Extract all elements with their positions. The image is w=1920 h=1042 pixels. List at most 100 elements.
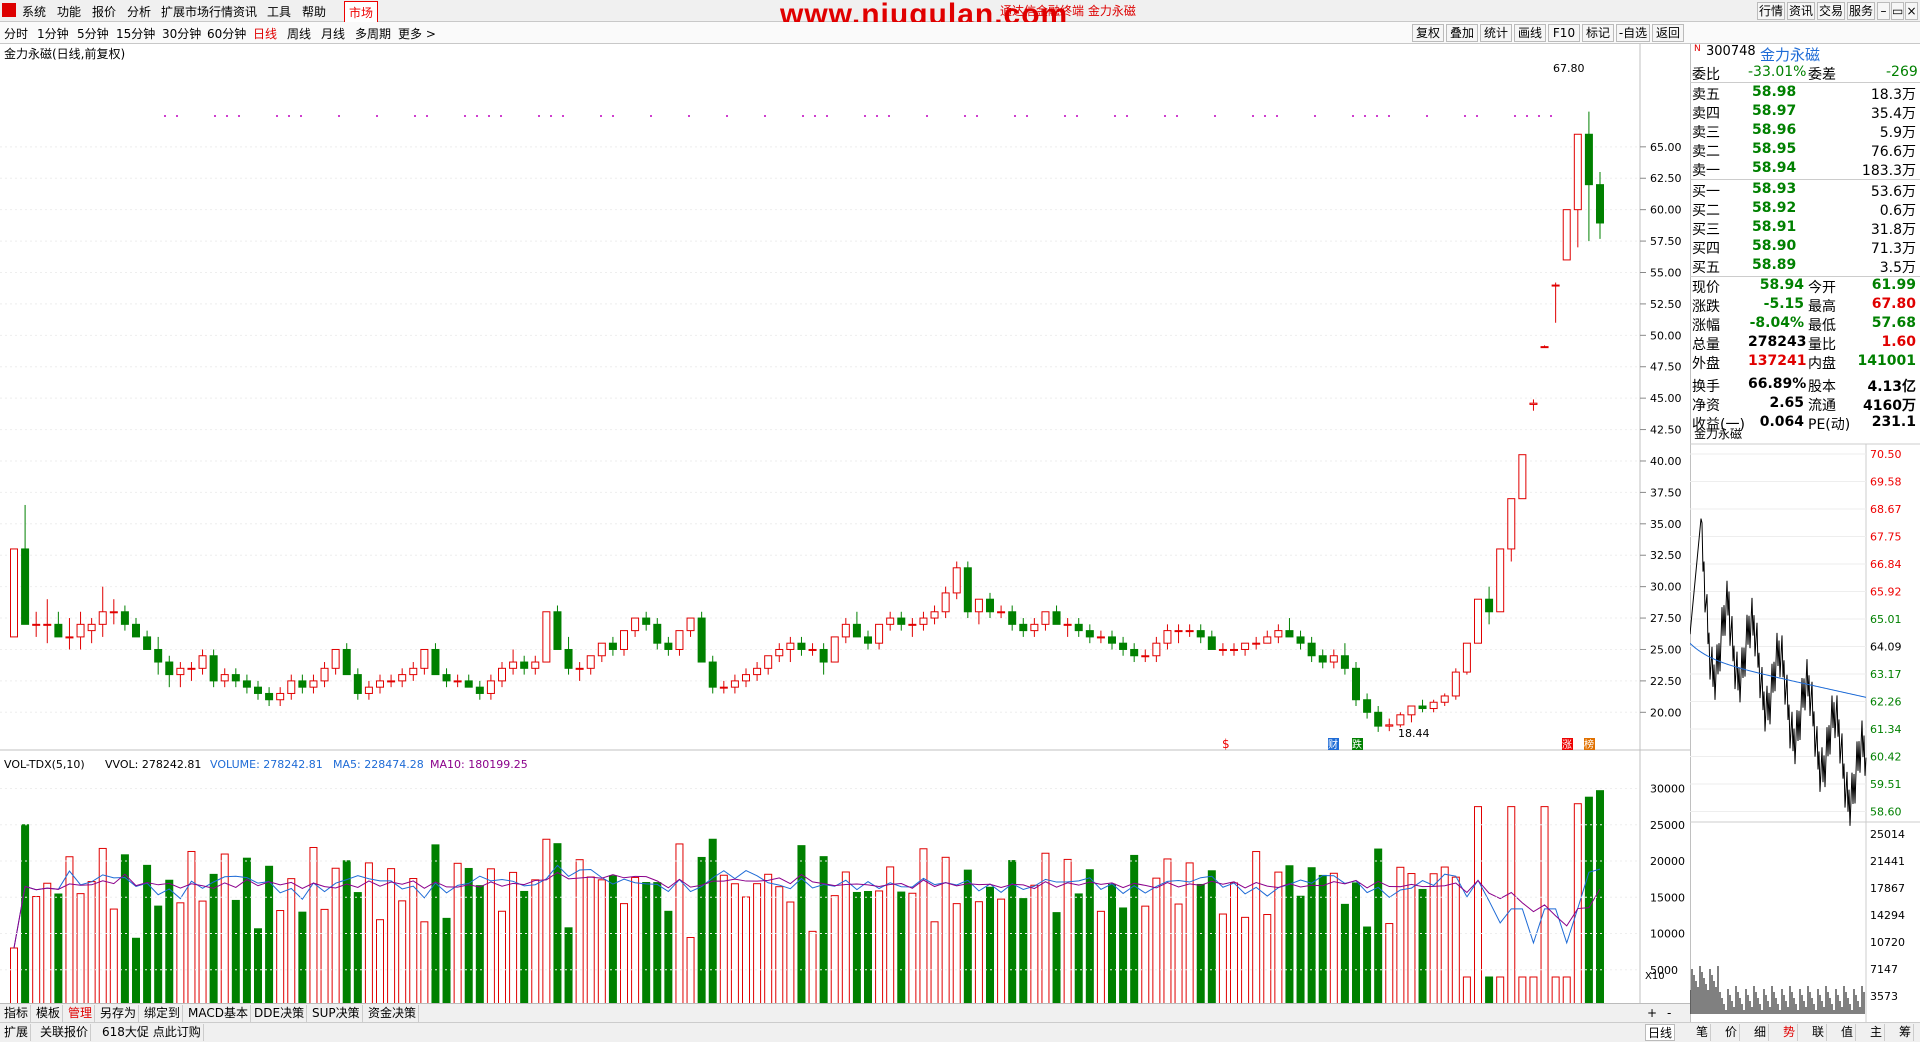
period-more[interactable]: 更多 > bbox=[398, 25, 436, 42]
menu-info[interactable]: 资讯 bbox=[233, 3, 257, 20]
period-weekly[interactable]: 周线 bbox=[287, 25, 311, 42]
tool-mark[interactable]: 标记 bbox=[1582, 24, 1614, 42]
volume-bar bbox=[676, 844, 683, 1003]
period-30min[interactable]: 30分钟 bbox=[162, 25, 201, 42]
tab-capital[interactable]: 资金决策 bbox=[366, 1005, 419, 1022]
volume-bar bbox=[1020, 899, 1027, 1003]
tab-indicator[interactable]: 指标 bbox=[2, 1005, 31, 1022]
period-monthly[interactable]: 月线 bbox=[321, 25, 345, 42]
mini-tab[interactable]: 主 bbox=[1868, 1024, 1885, 1041]
tab-macd[interactable]: MACD基本 bbox=[186, 1005, 251, 1022]
menu-help[interactable]: 帮助 bbox=[302, 3, 326, 20]
menu-quote[interactable]: 报价 bbox=[92, 3, 116, 20]
mini-tab[interactable]: 笔 bbox=[1694, 1024, 1711, 1041]
tab-save-as[interactable]: 另存为 bbox=[98, 1005, 139, 1022]
candle-body bbox=[188, 668, 195, 669]
candle-body bbox=[99, 612, 106, 625]
mini-tab[interactable]: 联 bbox=[1810, 1024, 1827, 1041]
tool-draw[interactable]: 画线 bbox=[1514, 24, 1546, 42]
volume-bar bbox=[987, 887, 994, 1003]
add-indicator-button[interactable]: + bbox=[1645, 1005, 1659, 1022]
mini-price-label: 62.26 bbox=[1870, 696, 1902, 709]
candle-body bbox=[110, 612, 117, 613]
period-15min[interactable]: 15分钟 bbox=[116, 25, 155, 42]
restore-icon[interactable]: ▭ bbox=[1891, 2, 1904, 20]
volume-bar bbox=[532, 880, 539, 1003]
marker-rank-label: 榜 bbox=[1584, 738, 1594, 751]
tab-promo[interactable]: 618大促 点此订购 bbox=[100, 1024, 204, 1041]
remove-indicator-button[interactable]: - bbox=[1665, 1005, 1673, 1022]
menu-function[interactable]: 功能 bbox=[57, 3, 81, 20]
volume-bar bbox=[1330, 873, 1337, 1003]
period-daily[interactable]: 日线 bbox=[253, 25, 277, 42]
tool-overlay[interactable]: 叠加 bbox=[1446, 24, 1478, 42]
candle-body bbox=[820, 649, 827, 662]
volume-bar bbox=[432, 845, 439, 1003]
period-1min[interactable]: 1分钟 bbox=[37, 25, 69, 42]
signal-dot bbox=[1026, 115, 1028, 117]
tab-extend[interactable]: 扩展 bbox=[2, 1024, 31, 1041]
tab-manage[interactable]: 管理 bbox=[66, 1005, 95, 1022]
price-tick-label: 30.00 bbox=[1650, 581, 1682, 594]
candle-body bbox=[499, 668, 506, 681]
tab-related[interactable]: 关联报价 bbox=[38, 1024, 91, 1041]
period-60min[interactable]: 60分钟 bbox=[207, 25, 246, 42]
candle-body bbox=[1020, 624, 1027, 630]
tool-fuquan[interactable]: 复权 bbox=[1412, 24, 1444, 42]
tab-bind[interactable]: 绑定到 bbox=[142, 1005, 183, 1022]
candle-body bbox=[898, 618, 905, 624]
period-intraday[interactable]: 分时 bbox=[4, 25, 28, 42]
intraday-mini-chart[interactable]: 金力永磁 70.50 69.58 68.67 67.75 66.84 65.92 65.01… bbox=[1690, 424, 1920, 1022]
mini-tab[interactable]: 势 bbox=[1781, 1024, 1798, 1041]
mini-tab[interactable]: 价 bbox=[1723, 1024, 1740, 1041]
tool-f10[interactable]: F10 bbox=[1548, 24, 1580, 42]
top-btn-service[interactable]: 服务 bbox=[1847, 2, 1875, 20]
menu-analysis[interactable]: 分析 bbox=[127, 3, 151, 20]
candle-body bbox=[554, 612, 561, 650]
bid-levels: 买一 58.93 53.6万 买二 58.92 0.6万 买三 58.91 31.8万 买四 58.… bbox=[1690, 181, 1920, 277]
signal-dot bbox=[1514, 115, 1516, 117]
tab-sup[interactable]: SUP决策 bbox=[310, 1005, 363, 1022]
period-5min[interactable]: 5分钟 bbox=[77, 25, 109, 42]
mini-tab[interactable]: 值 bbox=[1839, 1024, 1856, 1041]
volume-bar bbox=[1297, 896, 1304, 1003]
mini-tab[interactable]: 细 bbox=[1752, 1024, 1769, 1041]
candle-body bbox=[33, 624, 40, 625]
close-icon[interactable]: × bbox=[1905, 2, 1918, 20]
period-multi[interactable]: 多周期 bbox=[355, 25, 391, 42]
market-tab[interactable]: 市场 bbox=[344, 1, 378, 24]
candle-body bbox=[654, 624, 661, 643]
tool-back[interactable]: 返回 bbox=[1652, 24, 1684, 42]
candle-body bbox=[1031, 624, 1038, 630]
tool-stats[interactable]: 统计 bbox=[1480, 24, 1512, 42]
tab-template[interactable]: 模板 bbox=[34, 1005, 63, 1022]
kline-chart[interactable]: 金力永磁(日线,前复权) 65.00 62.50 60.00 57.50 55.00 52… bbox=[0, 44, 1690, 1003]
volume-bar bbox=[1585, 797, 1592, 1003]
volume-bar bbox=[33, 897, 40, 1003]
menu-system[interactable]: 系统 bbox=[22, 3, 46, 20]
candle-body bbox=[410, 668, 417, 674]
tool-watchlist[interactable]: -自选 bbox=[1616, 24, 1650, 42]
candle-body bbox=[288, 681, 295, 694]
mini-tab[interactable]: 筹 bbox=[1897, 1024, 1914, 1041]
mini-vol-label: 3573 bbox=[1870, 990, 1898, 1003]
candle-body bbox=[55, 624, 62, 637]
volume-bar bbox=[1375, 849, 1382, 1003]
candle-body bbox=[365, 687, 372, 693]
volume-bar bbox=[820, 857, 827, 1003]
minimize-icon[interactable]: – bbox=[1877, 2, 1890, 20]
signal-dot bbox=[650, 115, 652, 117]
volume-bar bbox=[1430, 874, 1437, 1003]
signal-dot bbox=[476, 115, 478, 117]
top-btn-info[interactable]: 资讯 bbox=[1787, 2, 1815, 20]
tab-dde[interactable]: DDE决策 bbox=[252, 1005, 307, 1022]
chart-grid bbox=[0, 115, 1640, 712]
daily-selector[interactable]: 日线 bbox=[1645, 1024, 1675, 1041]
menu-tools[interactable]: 工具 bbox=[267, 3, 291, 20]
menu-ext-market[interactable]: 扩展市场行情 bbox=[161, 3, 233, 20]
top-btn-quote[interactable]: 行情 bbox=[1757, 2, 1785, 20]
ask-row: 卖二 58.95 76.6万 bbox=[1690, 141, 1920, 160]
volume-bar bbox=[1175, 904, 1182, 1003]
top-btn-trade[interactable]: 交易 bbox=[1817, 2, 1845, 20]
ask-row: 卖四 58.97 35.4万 bbox=[1690, 103, 1920, 122]
